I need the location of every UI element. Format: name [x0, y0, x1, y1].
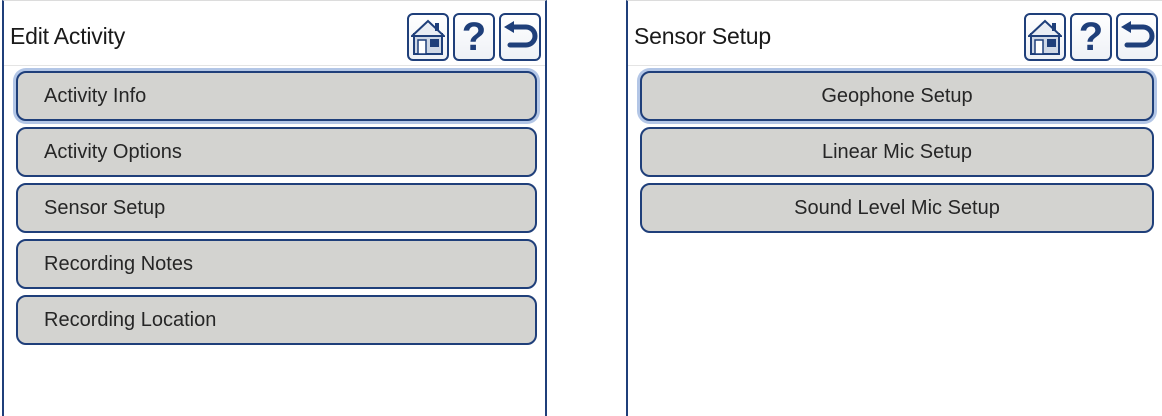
edit-activity-panel: Edit Activity ? Activity Info Activity O… — [2, 0, 547, 416]
back-icon — [1121, 21, 1155, 48]
header-buttons: ? — [407, 13, 541, 61]
back-button[interactable] — [499, 13, 541, 61]
sensor-setup-panel: Sensor Setup ? Geophone Setup Linear Mic… — [626, 0, 1162, 416]
back-button[interactable] — [1116, 13, 1158, 61]
help-button[interactable]: ? — [1070, 13, 1112, 61]
activity-options-button[interactable]: Activity Options — [16, 127, 537, 177]
help-button[interactable]: ? — [453, 13, 495, 61]
sound-level-mic-setup-button[interactable]: Sound Level Mic Setup — [640, 183, 1154, 233]
help-icon: ? — [461, 15, 487, 59]
sensor-setup-button[interactable]: Sensor Setup — [16, 183, 537, 233]
header-buttons: ? — [1024, 13, 1158, 61]
home-icon — [411, 19, 445, 55]
home-icon — [1028, 19, 1062, 55]
geophone-setup-button[interactable]: Geophone Setup — [640, 71, 1154, 121]
back-icon — [504, 21, 538, 48]
help-icon: ? — [1078, 15, 1104, 59]
linear-mic-setup-button[interactable]: Linear Mic Setup — [640, 127, 1154, 177]
recording-location-button[interactable]: Recording Location — [16, 295, 537, 345]
home-button[interactable] — [1024, 13, 1066, 61]
sensor-menu: Geophone Setup Linear Mic Setup Sound Le… — [640, 71, 1154, 239]
page-title: Edit Activity — [10, 23, 125, 49]
home-button[interactable] — [407, 13, 449, 61]
panel-header: Sensor Setup ? — [628, 1, 1162, 66]
activity-menu: Activity Info Activity Options Sensor Se… — [16, 71, 537, 351]
panel-header: Edit Activity ? — [4, 1, 545, 66]
recording-notes-button[interactable]: Recording Notes — [16, 239, 537, 289]
page-title: Sensor Setup — [634, 23, 771, 49]
activity-info-button[interactable]: Activity Info — [16, 71, 537, 121]
